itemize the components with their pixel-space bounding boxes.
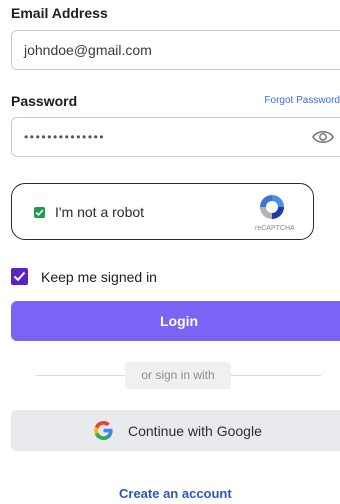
- create-account-link[interactable]: Create an account: [119, 486, 232, 501]
- forgot-password-link[interactable]: Forgot Password: [264, 95, 340, 106]
- recaptcha-widget: I'm not a robot reCAPTCHA: [11, 183, 314, 240]
- email-value: johndoe@gmail.com: [24, 42, 152, 58]
- google-icon: [94, 421, 113, 440]
- recaptcha-icon: [260, 195, 284, 219]
- divider-line-left: [36, 375, 126, 376]
- check-icon: [35, 209, 44, 216]
- password-label: Password: [11, 93, 78, 109]
- keep-signed-in-label: Keep me signed in: [41, 269, 157, 285]
- keep-signed-in-checkbox[interactable]: [11, 268, 28, 285]
- email-label: Email Address: [11, 5, 108, 21]
- login-button[interactable]: Login: [11, 301, 340, 341]
- email-field[interactable]: johndoe@gmail.com: [11, 30, 340, 70]
- recaptcha-checkbox[interactable]: [34, 207, 45, 218]
- eye-icon[interactable]: [312, 128, 334, 146]
- login-button-label: Login: [160, 313, 199, 329]
- divider-text: or sign in with: [125, 362, 231, 389]
- recaptcha-label: I'm not a robot: [55, 204, 145, 220]
- continue-with-google-button[interactable]: Continue with Google: [11, 410, 340, 451]
- check-icon: [13, 271, 26, 282]
- divider-line-right: [231, 375, 321, 376]
- password-value: ••••••••••••••: [24, 130, 106, 144]
- password-field[interactable]: ••••••••••••••: [11, 117, 340, 157]
- recaptcha-brand: reCAPTCHA: [255, 225, 295, 232]
- google-button-label: Continue with Google: [128, 423, 262, 439]
